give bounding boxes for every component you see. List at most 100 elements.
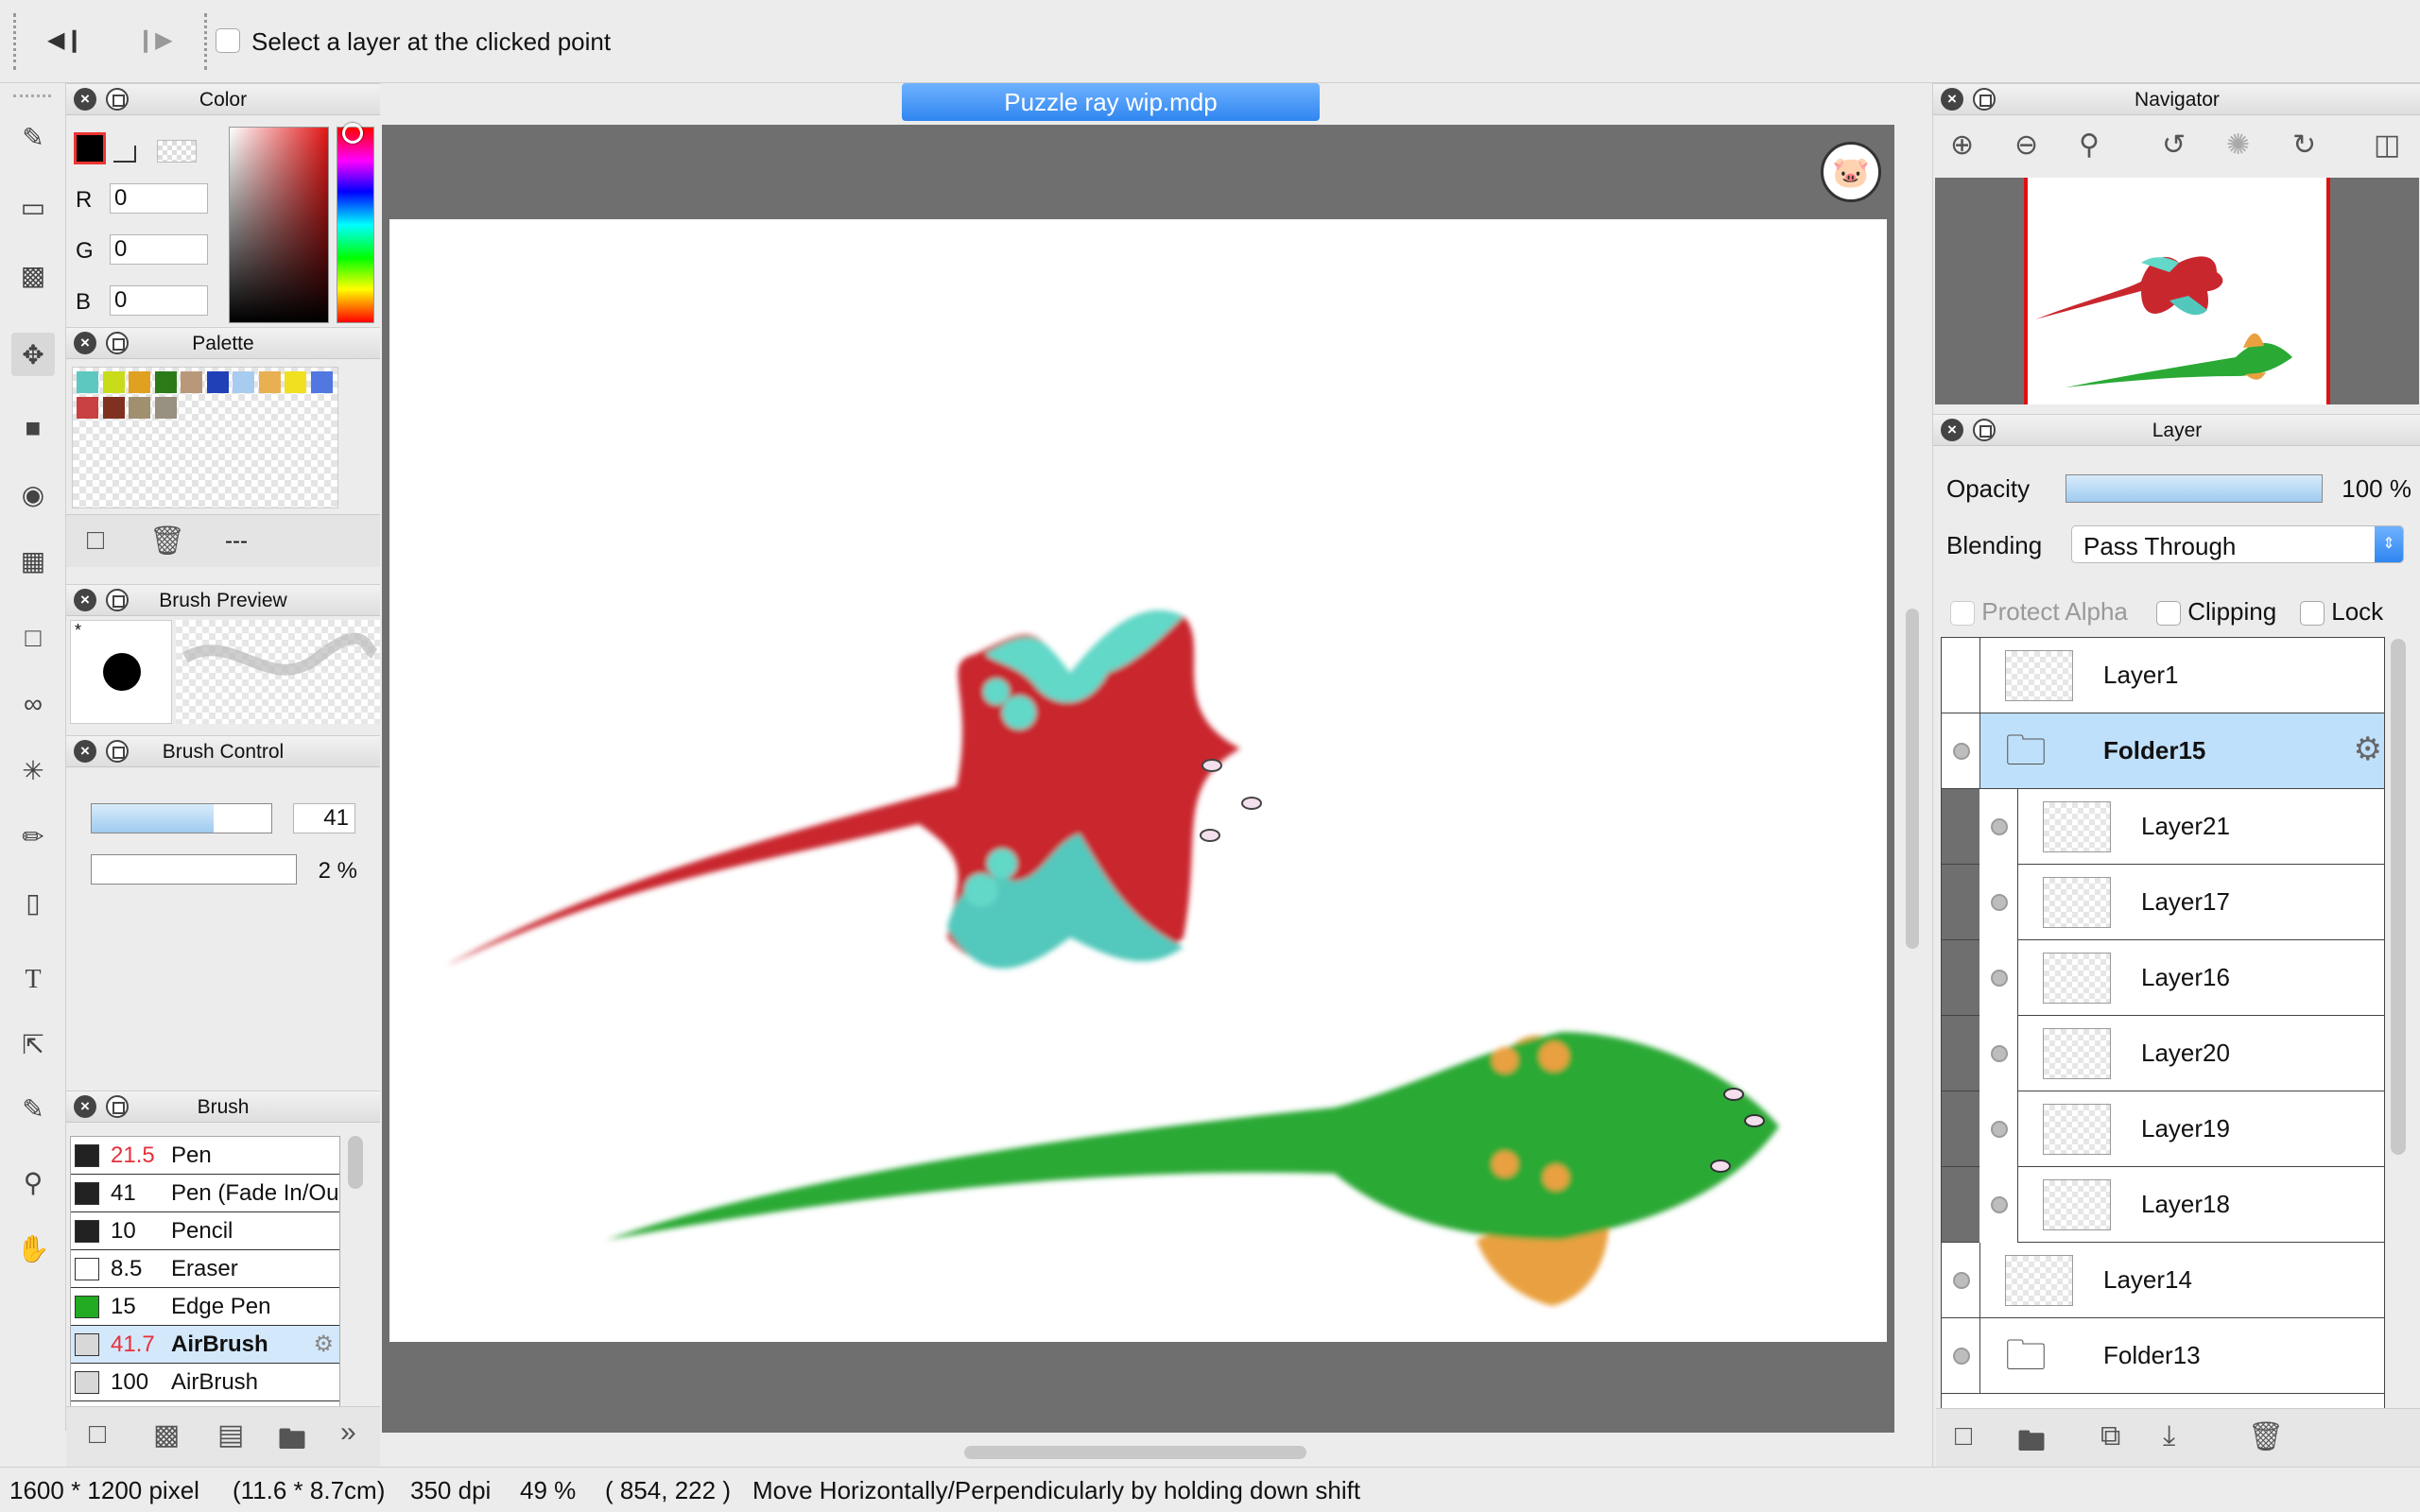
palette-swatch[interactable] <box>102 371 125 393</box>
detach-icon[interactable] <box>1973 88 1996 111</box>
visibility-eye-icon[interactable] <box>1953 1272 1970 1289</box>
more-icon[interactable]: » <box>340 1417 356 1449</box>
eyedropper-tool-icon[interactable]: ⚲ <box>11 1160 55 1204</box>
hue-slider[interactable] <box>337 127 374 323</box>
close-icon[interactable]: × <box>74 332 96 354</box>
document-tab[interactable]: Puzzle ray wip.mdp <box>902 83 1320 121</box>
gradient-tool-icon[interactable]: ▦ <box>11 539 55 582</box>
new-palette-icon[interactable]: □ <box>87 524 104 557</box>
close-icon[interactable]: × <box>74 589 96 611</box>
brush-item[interactable]: 100 AirBrush <box>71 1364 339 1401</box>
visibility-eye-icon[interactable] <box>1991 1045 2008 1062</box>
new-brush-icon[interactable]: □ <box>89 1418 106 1451</box>
script-brush-icon[interactable]: ▤ <box>217 1418 244 1452</box>
layer-row[interactable]: Layer19 <box>2017 1091 2384 1167</box>
close-icon[interactable]: × <box>1941 88 1963 111</box>
flip-icon[interactable]: ◫ <box>2374 129 2400 162</box>
merge-down-icon[interactable]: ⤓ <box>2163 1420 2175 1452</box>
select-layer-checkbox[interactable] <box>216 28 240 53</box>
palette-swatch[interactable] <box>233 371 254 393</box>
brush-item[interactable]: 21.5 Pen <box>71 1137 339 1175</box>
brush-folder-icon[interactable]: 🖿 <box>278 1418 306 1467</box>
chevron-updown-icon[interactable]: ⇕ <box>2375 526 2403 562</box>
b-input[interactable]: 0 <box>110 285 208 316</box>
brush-opacity-slider[interactable] <box>91 854 297 885</box>
detach-icon[interactable] <box>106 332 129 354</box>
visibility-eye-icon[interactable] <box>1953 1348 1970 1365</box>
operation-tool-icon[interactable]: ⇱ <box>11 1022 55 1066</box>
rotate-reset-icon[interactable]: ✺ <box>2226 129 2250 162</box>
fill-rect-tool-icon[interactable]: ■ <box>11 406 55 450</box>
hue-cursor[interactable] <box>342 123 363 144</box>
layer-row[interactable]: Layer20 <box>2017 1016 2384 1091</box>
gear-icon[interactable]: ⚙ <box>313 1326 334 1364</box>
visibility-eye-icon[interactable] <box>1991 1121 2008 1138</box>
layer-row[interactable]: Layer18 <box>2017 1167 2384 1243</box>
palette-swatch[interactable] <box>129 371 150 393</box>
palette-swatch[interactable] <box>154 397 177 419</box>
new-folder-icon[interactable]: 🖿 <box>2017 1420 2046 1469</box>
close-icon[interactable]: × <box>1941 419 1963 441</box>
lock-option[interactable]: Lock <box>2300 597 2383 627</box>
detach-icon[interactable] <box>106 1095 129 1118</box>
visibility-eye-icon[interactable] <box>1991 818 2008 835</box>
protect-alpha-option[interactable]: Protect Alpha <box>1950 597 2128 627</box>
palette-swatch[interactable] <box>77 371 98 393</box>
palette-swatch[interactable] <box>310 371 333 393</box>
brush-size-slider[interactable] <box>91 803 272 833</box>
rotate-left-icon[interactable]: ↺ <box>2162 129 2186 162</box>
magic-wand-tool-icon[interactable]: ✳ <box>11 748 55 792</box>
palette-swatch[interactable] <box>102 397 125 419</box>
select-eraser-tool-icon[interactable]: ▯ <box>11 881 55 924</box>
canvas-viewport[interactable]: 🐷 <box>382 125 1894 1433</box>
gear-icon[interactable]: ⚙ <box>2354 730 2382 768</box>
layer-folder-row[interactable]: 🗀 Folder15 ⚙ <box>1979 713 2384 789</box>
hand-tool-icon[interactable]: ✋ <box>11 1227 55 1270</box>
bucket-tool-icon[interactable]: ◉ <box>11 472 55 516</box>
brush-item[interactable]: 41.7 AirBrush ⚙ <box>71 1326 339 1364</box>
layer-row[interactable]: Layer21 <box>2017 789 2384 865</box>
brush-item[interactable]: 41 Pen (Fade In/Ou <box>71 1175 339 1212</box>
close-icon[interactable]: × <box>74 88 96 111</box>
palette-swatch[interactable] <box>154 371 177 393</box>
text-tool-icon[interactable]: T <box>11 958 55 1002</box>
zoom-out-icon[interactable]: ⊖ <box>2014 129 2038 162</box>
move-tool-icon[interactable]: ✥ <box>11 333 55 376</box>
duplicate-layer-icon[interactable]: ⧉ <box>2100 1420 2120 1452</box>
canvas-page[interactable] <box>389 219 1887 1342</box>
copy-brush-icon[interactable]: ▩ <box>153 1418 180 1452</box>
blending-select[interactable]: Pass Through ⇕ <box>2071 525 2404 563</box>
detach-icon[interactable] <box>1973 419 1996 441</box>
layer-row[interactable]: Layer14 <box>1979 1243 2384 1318</box>
detach-icon[interactable] <box>106 740 129 763</box>
detach-icon[interactable] <box>106 589 129 611</box>
lasso-tool-icon[interactable]: ∞ <box>11 682 55 726</box>
brush-item[interactable]: 8.5 Eraser <box>71 1250 339 1288</box>
close-icon[interactable]: × <box>74 740 96 763</box>
layer-row[interactable]: Layer17 <box>2017 865 2384 940</box>
layer-folder-row[interactable]: 🗀 Folder13 <box>1979 1318 2384 1394</box>
palette-swatch[interactable] <box>206 371 229 393</box>
clipping-option[interactable]: Clipping <box>2156 597 2276 627</box>
layer-row[interactable]: Layer1 <box>1979 638 2384 713</box>
transparent-color-swatch[interactable] <box>157 140 197 163</box>
palette-swatch[interactable] <box>77 397 98 419</box>
layer-opacity-slider[interactable] <box>2066 474 2323 503</box>
canvas-vertical-scrollbar[interactable] <box>1906 609 1919 949</box>
zoom-in-icon[interactable]: ⊕ <box>1950 129 1974 162</box>
swap-colors-icon[interactable] <box>113 146 136 163</box>
palette-swatch[interactable] <box>258 371 281 393</box>
canvas-horizontal-scrollbar[interactable] <box>964 1446 1306 1459</box>
brush-list-scrollbar[interactable] <box>348 1136 363 1189</box>
brush-size-value[interactable]: 41 <box>293 803 355 833</box>
visibility-eye-icon[interactable] <box>1991 1196 2008 1213</box>
navigator-preview[interactable] <box>1935 178 2419 404</box>
palette-swatch[interactable] <box>285 371 306 393</box>
detach-icon[interactable] <box>106 88 129 111</box>
palette-swatch[interactable] <box>129 397 150 419</box>
layer-row[interactable]: Layer16 <box>2017 940 2384 1016</box>
main-color-swatch[interactable] <box>74 132 106 164</box>
navigator-viewport-frame[interactable] <box>2024 178 2330 404</box>
layer-list-scrollbar[interactable] <box>2391 639 2406 1155</box>
visibility-eye-icon[interactable] <box>1991 970 2008 987</box>
